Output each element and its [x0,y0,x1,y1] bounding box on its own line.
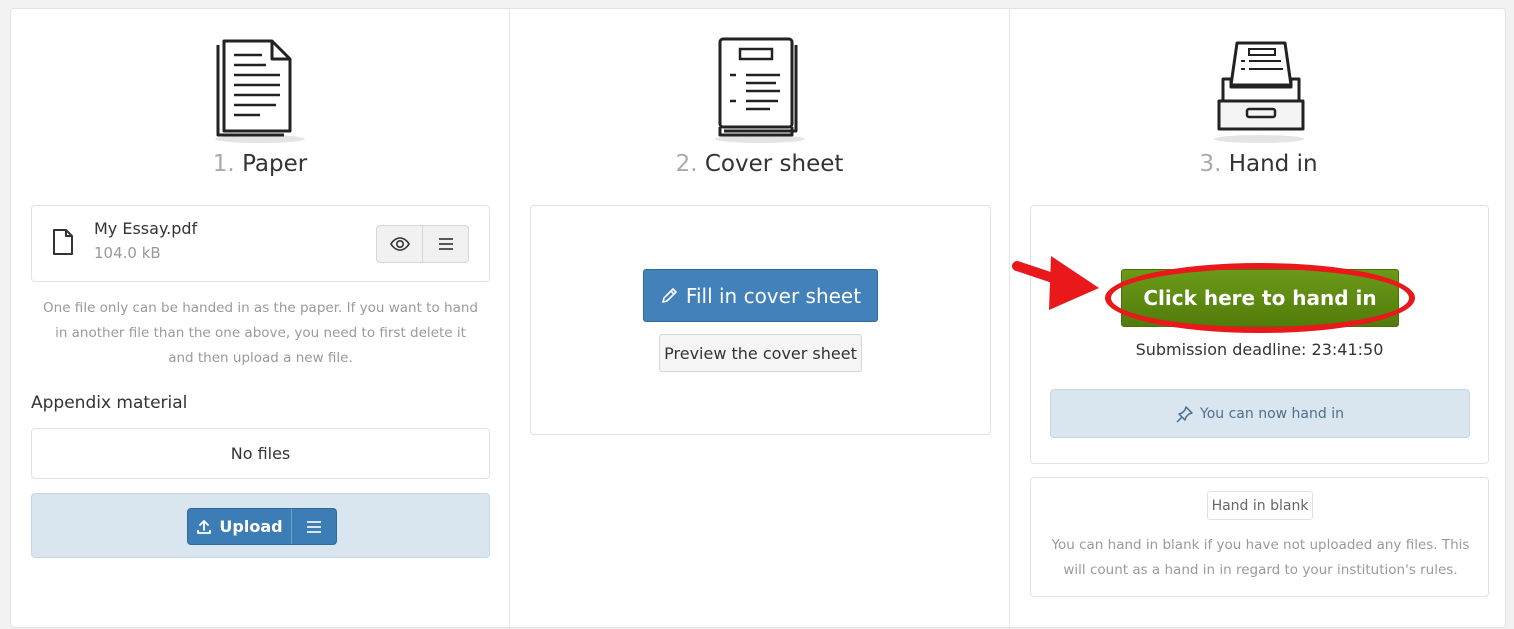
file-name[interactable]: My Essay.pdf [94,219,197,238]
menu-icon [438,238,453,250]
step-title-cover: 2. Cover sheet [510,151,1009,177]
cover-sheet-column: 2. Cover sheet Fill in cover sheet Previ… [510,9,1010,629]
upload-button[interactable]: Upload [188,509,291,544]
file-icon [53,229,73,255]
hand-in-column: 3. Hand in Click here to hand in Submiss… [1010,9,1507,629]
hand-in-blank-help: You can hand in blank if you have not up… [1051,537,1470,578]
cover-sheet-illustration [714,37,805,143]
step-title-paper: 1. Paper [11,151,509,177]
step-number: 1. [212,151,235,177]
fill-cover-sheet-button[interactable]: Fill in cover sheet [643,269,878,322]
uploaded-file-card: My Essay.pdf 104.0 kB [31,205,490,282]
cover-sheet-card: Fill in cover sheet Preview the cover sh… [530,205,991,435]
pencil-icon [662,287,677,303]
upload-label: Upload [219,517,283,536]
upload-menu-button[interactable] [291,509,336,544]
pin-icon [1176,405,1193,423]
upload-bar: Upload [31,493,490,558]
appendix-heading: Appendix material [31,393,188,413]
paper-column: 1. Paper My Essay.pdf 104.0 kB One file … [11,9,510,629]
file-size: 104.0 kB [94,244,161,262]
step-label: Paper [242,151,308,177]
step-label: Cover sheet [704,151,844,177]
hand-in-blank-button[interactable]: Hand in blank [1207,491,1313,520]
step-number: 3. [1199,151,1222,177]
paper-illustration [215,39,305,143]
menu-icon [307,520,321,533]
upload-button-group: Upload [187,508,337,545]
hand-in-blank-card: Hand in blank You can hand in blank if y… [1030,477,1489,597]
eye-icon [389,237,410,251]
preview-cover-sheet-button[interactable]: Preview the cover sheet [659,334,862,372]
step-label: Hand in [1228,151,1318,177]
step-number: 2. [675,151,698,177]
paper-help-text: One file only can be handed in as the pa… [43,300,478,366]
hand-in-button[interactable]: Click here to hand in [1121,269,1399,327]
hand-in-card: Click here to hand in Submission deadlin… [1012,205,1489,464]
red-arrow-icon [1012,256,1099,310]
step-title-handin: 3. Hand in [1010,151,1507,177]
file-menu-button[interactable] [422,226,468,262]
appendix-empty-state: No files [31,428,490,479]
preview-file-button[interactable] [377,226,422,262]
fill-cover-label: Fill in cover sheet [685,283,862,308]
hand-in-status-text: You can now hand in [1200,405,1344,422]
submission-deadline: Submission deadline: 23:41:50 [1135,340,1384,359]
file-actions [376,225,469,263]
hand-in-panel: 1. Paper My Essay.pdf 104.0 kB One file … [10,8,1507,629]
upload-icon [197,519,212,534]
hand-in-status: You can now hand in [1050,389,1470,438]
inbox-tray-illustration [1213,41,1304,143]
